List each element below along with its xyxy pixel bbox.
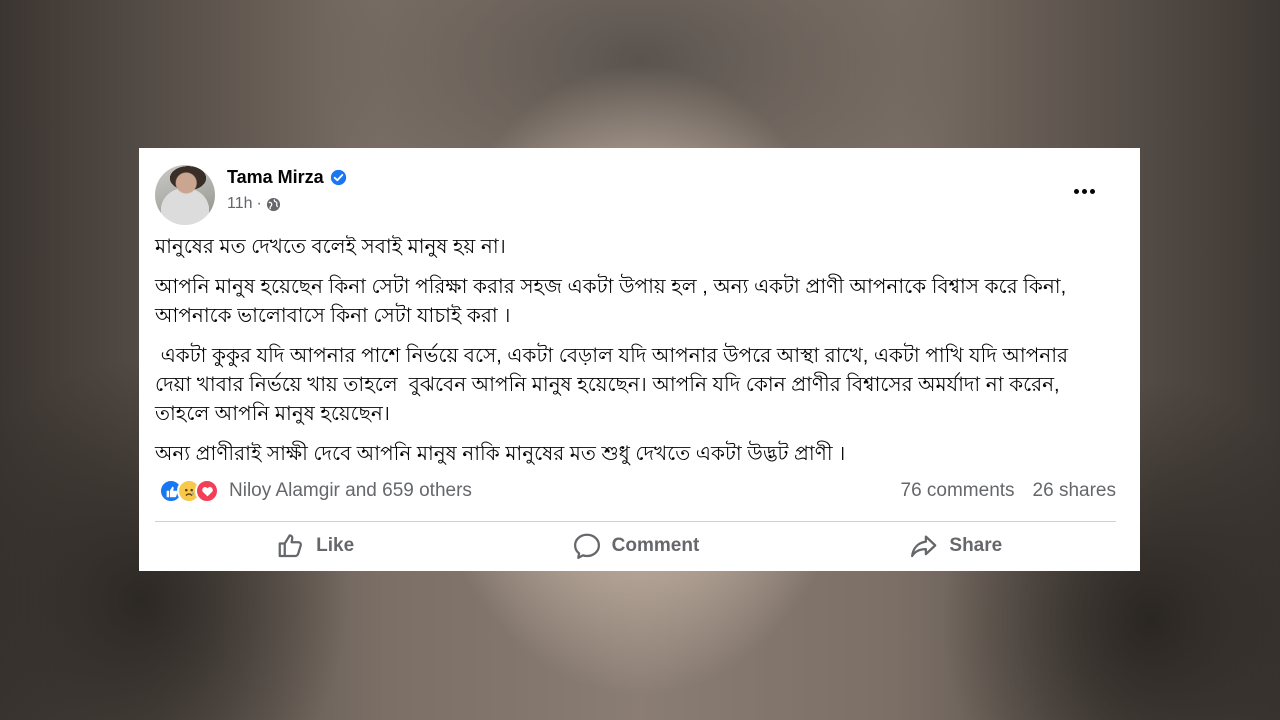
post-meta: 11h · xyxy=(227,195,281,213)
post-paragraph: আপনি মানুষ হয়েছেন কিনা সেটা পরিক্ষা করা… xyxy=(155,276,1072,327)
reactions-summary[interactable]: Niloy Alamgir and 659 others xyxy=(159,479,472,503)
post-paragraph: একটা কুকুর যদি আপনার পাশে নির্ভয়ে বসে, … xyxy=(155,345,1074,425)
author-name-row: Tama Mirza xyxy=(227,167,347,188)
post-time[interactable]: 11h xyxy=(227,195,253,213)
engagement-counts: 76 comments 26 shares xyxy=(901,480,1117,502)
dot xyxy=(1074,189,1079,194)
author-avatar[interactable] xyxy=(155,165,215,225)
dot xyxy=(1090,189,1095,194)
like-label: Like xyxy=(316,535,355,556)
like-button[interactable]: Like xyxy=(155,526,475,566)
comment-button[interactable]: Comment xyxy=(475,526,795,566)
reactions-text[interactable]: Niloy Alamgir and 659 others xyxy=(229,480,472,502)
post-paragraph: অন্য প্রাণীরাই সাক্ষী দেবে আপনি মানুষ না… xyxy=(155,443,846,465)
post-paragraph: মানুষের মত দেখতে বলেই সবাই মানুষ হয় না। xyxy=(155,236,506,258)
post-body: মানুষের মত দেখতে বলেই সবাই মানুষ হয় না।… xyxy=(155,233,1105,480)
shares-count[interactable]: 26 shares xyxy=(1033,480,1116,502)
author-name[interactable]: Tama Mirza xyxy=(227,167,324,188)
dot xyxy=(1082,189,1087,194)
share-label: Share xyxy=(949,535,1003,556)
like-icon xyxy=(278,534,303,558)
comment-label: Comment xyxy=(611,535,700,556)
meta-separator: · xyxy=(256,195,262,212)
love-reaction-icon xyxy=(195,479,219,503)
post-header: Tama Mirza 11h · xyxy=(155,165,1124,225)
comment-icon xyxy=(573,533,600,559)
post-actions: Like Comment Share xyxy=(155,526,1116,566)
divider xyxy=(155,521,1116,522)
facebook-post-card: Tama Mirza 11h · মানুষের মত দেখতে বলেই স… xyxy=(139,148,1140,571)
post-stats: Niloy Alamgir and 659 others 76 comments… xyxy=(159,476,1116,506)
share-icon xyxy=(911,535,937,558)
verified-badge-icon xyxy=(330,169,346,186)
globe-icon xyxy=(266,197,280,211)
share-button[interactable]: Share xyxy=(796,526,1116,566)
comments-count[interactable]: 76 comments xyxy=(901,480,1015,502)
more-options-icon[interactable] xyxy=(1074,189,1102,197)
